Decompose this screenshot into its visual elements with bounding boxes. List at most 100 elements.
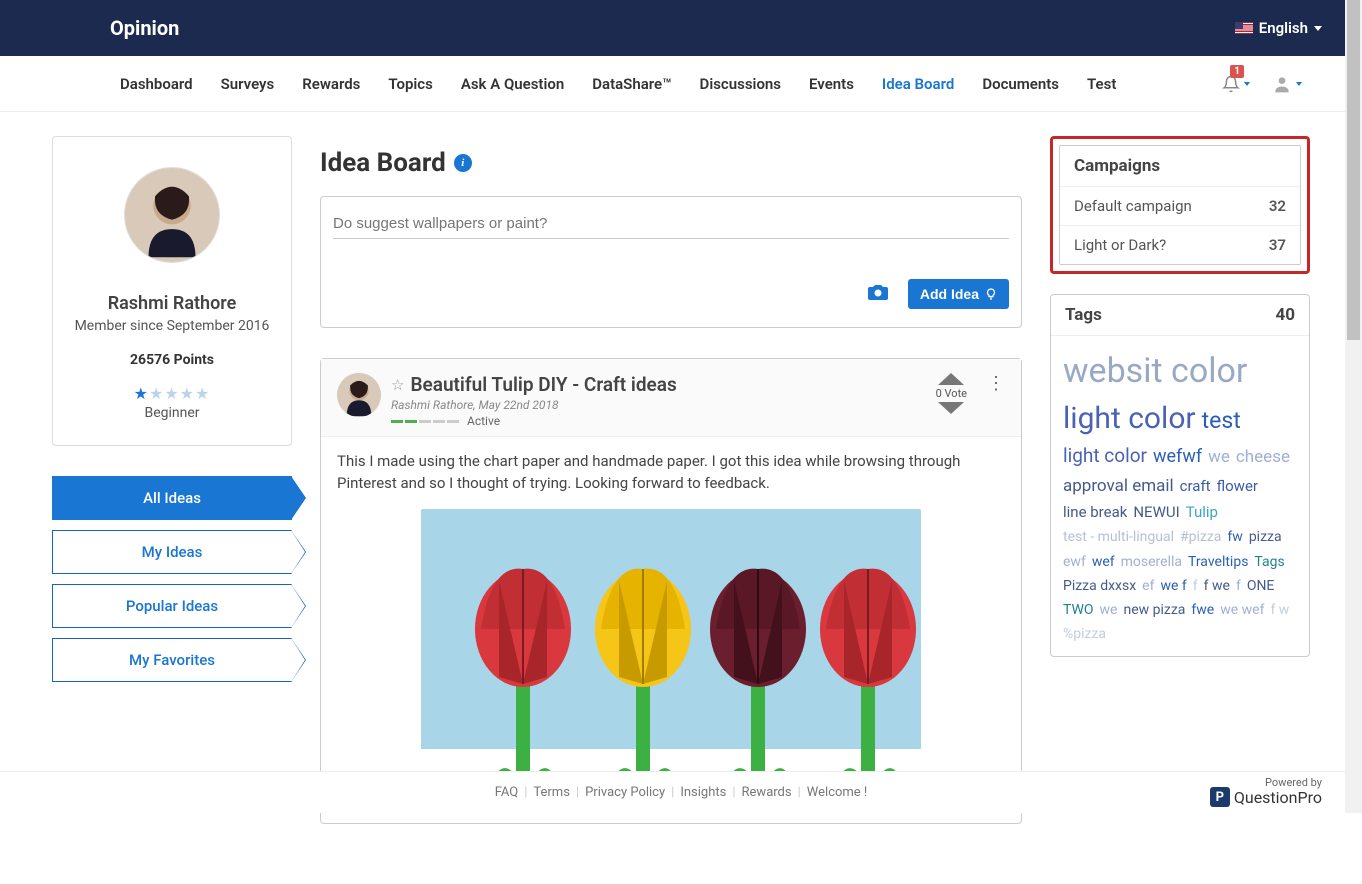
footer-link[interactable]: Insights	[680, 785, 726, 800]
campaigns-title: Campaigns	[1060, 146, 1300, 187]
add-idea-button[interactable]: Add Idea	[908, 279, 1009, 309]
points: 26576 Points	[65, 352, 279, 368]
tag[interactable]: wef	[1092, 553, 1115, 571]
footer-link[interactable]: Terms	[533, 785, 570, 800]
tag[interactable]: Traveltips	[1188, 553, 1248, 571]
info-icon[interactable]: i	[454, 154, 472, 172]
brand-title: Opinion	[110, 16, 179, 40]
tag[interactable]: #pizza	[1180, 528, 1221, 546]
tag[interactable]: f w	[1270, 601, 1289, 619]
tag[interactable]: fwe	[1191, 601, 1214, 619]
idea-image	[421, 509, 921, 809]
tag[interactable]: light color	[1063, 399, 1196, 438]
vote-control: 0 Vote	[936, 373, 967, 414]
tag[interactable]: we	[1208, 446, 1230, 468]
tag[interactable]: we f	[1160, 577, 1186, 595]
tag[interactable]: approval email	[1063, 475, 1174, 497]
topbar: Opinion English	[0, 0, 1362, 56]
tag[interactable]: ONE	[1247, 577, 1275, 595]
nav-test[interactable]: Test	[1087, 75, 1116, 93]
tag[interactable]: light color	[1063, 444, 1147, 469]
tag[interactable]: Tags	[1254, 553, 1284, 571]
chevron-down-icon	[1244, 82, 1250, 86]
vote-up-button[interactable]	[938, 373, 964, 385]
vote-count: 0 Vote	[936, 387, 967, 400]
nav-surveys[interactable]: Surveys	[221, 75, 275, 93]
footer-link[interactable]: FAQ	[495, 785, 518, 800]
lightbulb-icon	[985, 287, 997, 301]
more-options-button[interactable]: ⋮	[987, 375, 1005, 393]
tag[interactable]: ef	[1142, 577, 1154, 595]
idea-status: Active	[467, 414, 500, 428]
tag[interactable]: fw	[1227, 528, 1242, 546]
flag-icon	[1235, 22, 1253, 34]
filter-popular-ideas[interactable]: Popular Ideas	[52, 584, 292, 628]
chevron-down-icon	[1296, 82, 1302, 86]
nav-dashboard[interactable]: Dashboard	[120, 75, 193, 93]
nav-documents[interactable]: Documents	[982, 75, 1059, 93]
footer-link[interactable]: Privacy Policy	[585, 785, 665, 800]
profile-name: Rashmi Rathore	[65, 293, 279, 314]
tag[interactable]: ewf	[1063, 553, 1086, 571]
rating-stars: ★★★★★	[65, 384, 279, 403]
tag[interactable]: flower	[1217, 477, 1258, 497]
tag[interactable]: TWO	[1063, 601, 1094, 619]
filter-my-ideas[interactable]: My Ideas	[52, 530, 292, 574]
idea-description: This I made using the chart paper and ha…	[337, 451, 1005, 495]
idea-title: Beautiful Tulip DIY - Craft ideas	[410, 373, 676, 396]
tag[interactable]: moserella	[1121, 553, 1182, 571]
tag[interactable]: Pizza dxxsx	[1063, 577, 1136, 595]
chevron-down-icon	[1314, 26, 1322, 31]
camera-icon	[866, 280, 890, 304]
tag[interactable]: f	[1193, 577, 1198, 595]
tag[interactable]: websit color	[1063, 349, 1247, 393]
nav-ask-a-question[interactable]: Ask A Question	[461, 75, 564, 93]
main-nav: Dashboard Surveys Rewards Topics Ask A Quest…	[0, 56, 1362, 112]
footer-link[interactable]: Welcome !	[807, 785, 867, 800]
idea-author-avatar	[337, 373, 381, 417]
tag[interactable]: cheese	[1236, 446, 1290, 468]
tag[interactable]: line break	[1063, 503, 1127, 523]
footer-link[interactable]: Rewards	[742, 785, 792, 800]
tag[interactable]: pizza	[1249, 528, 1282, 546]
language-label: English	[1259, 19, 1308, 37]
campaigns-widget: Campaigns Default campaign32Light or Dar…	[1050, 136, 1310, 274]
idea-input[interactable]	[333, 209, 1009, 239]
avatar	[124, 167, 220, 263]
campaign-row[interactable]: Default campaign32	[1060, 187, 1300, 226]
page-title: Idea Board i	[320, 148, 1022, 178]
questionpro-icon: P	[1210, 787, 1230, 807]
add-idea-box: Add Idea	[320, 196, 1022, 328]
filter-all-ideas[interactable]: All Ideas	[52, 476, 292, 520]
favorite-star-icon[interactable]: ☆	[391, 376, 404, 394]
user-menu[interactable]	[1272, 74, 1302, 94]
tag[interactable]: NEWUI	[1133, 503, 1179, 523]
questionpro-logo[interactable]: P QuestionPro	[1210, 787, 1322, 807]
tag[interactable]: test - multi-lingual	[1063, 528, 1174, 546]
language-selector[interactable]: English	[1235, 19, 1322, 37]
vote-down-button[interactable]	[938, 402, 964, 414]
level-label: Beginner	[65, 405, 279, 421]
nav-discussions[interactable]: Discussions	[700, 75, 781, 93]
campaign-row[interactable]: Light or Dark?37	[1060, 226, 1300, 264]
camera-button[interactable]	[866, 280, 890, 308]
tag[interactable]: we wef	[1220, 601, 1264, 619]
tag[interactable]: test	[1202, 406, 1241, 436]
profile-card: Rashmi Rathore Member since September 20…	[52, 136, 292, 446]
notifications-button[interactable]: 1	[1222, 75, 1250, 93]
nav-rewards[interactable]: Rewards	[302, 75, 360, 93]
nav-idea-board[interactable]: Idea Board	[882, 75, 954, 93]
tag[interactable]: new pizza	[1123, 601, 1185, 619]
tag[interactable]: f	[1236, 577, 1241, 595]
tag[interactable]: we	[1100, 601, 1118, 619]
tag[interactable]: Tulip	[1186, 503, 1218, 523]
tag[interactable]: f we	[1204, 577, 1230, 595]
tag[interactable]: wefwf	[1153, 445, 1202, 468]
tag[interactable]: %pizza	[1063, 625, 1106, 643]
tag[interactable]: craft	[1180, 477, 1211, 497]
footer: FAQ | Terms | Privacy Policy | Insights …	[0, 771, 1362, 813]
nav-datashare-[interactable]: DataShare™	[592, 75, 671, 93]
nav-topics[interactable]: Topics	[388, 75, 432, 93]
filter-my-favorites[interactable]: My Favorites	[52, 638, 292, 682]
nav-events[interactable]: Events	[809, 75, 854, 93]
